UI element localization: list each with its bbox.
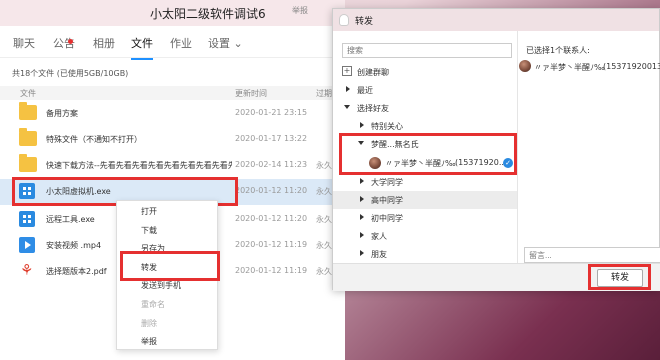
tree-item-label: 特别关心 [371, 122, 403, 131]
selected-contact-id: (15371920013 [603, 62, 660, 71]
chevron-right-icon [360, 232, 364, 238]
selected-count-label: 已选择1个联系人: [526, 46, 590, 55]
tree-item-friends[interactable]: 朋友 [333, 245, 517, 263]
tab-files[interactable]: 文件 [131, 35, 153, 60]
windows-app-icon [19, 211, 35, 227]
file-expire: 永久 [316, 187, 332, 196]
file-row[interactable]: 备用方案 2020-01-21 23:15 [0, 101, 345, 127]
chevron-right-icon [360, 196, 364, 202]
tree-item-label: 创建群聊 [357, 68, 389, 77]
tab-chat[interactable]: 聊天 [13, 35, 35, 51]
file-expire: 永久 [316, 267, 332, 276]
tab-bar: 聊天 公告 相册 文件 作业 设置 ⌄ [0, 26, 345, 60]
folder-icon [19, 128, 37, 146]
highlight-box-forward-button [588, 264, 651, 290]
column-expire[interactable]: 过期 [316, 88, 332, 99]
file-row[interactable]: 快速下载方法--先看先看先看先看先看先看先看先看先看先... 2020-02-1… [0, 153, 345, 179]
menu-item-delete: 删除 [141, 319, 157, 328]
menu-item-download[interactable]: 下载 [141, 225, 157, 236]
tree-item-label: 朋友 [371, 250, 387, 259]
chevron-down-icon [344, 105, 350, 109]
tree-item-middleschool[interactable]: 初中同学 [333, 209, 517, 227]
contact-search-input[interactable] [342, 43, 512, 58]
file-name: 快速下载方法--先看先看先看先看先看先看先看先看先看先... [46, 161, 232, 170]
dialog-footer: 转发 [333, 263, 660, 291]
storage-quota: 共18个文件 (已使用5GB/10GB) [12, 69, 129, 78]
dialog-title-bar: 转发 [333, 9, 659, 31]
pdf-icon [19, 261, 35, 279]
menu-item-report[interactable]: 举报 [141, 336, 157, 347]
selected-contact-name: 〃ァ半梦丶半醒ﾉ‰ [534, 63, 605, 72]
tree-item-label: 高中同学 [371, 196, 403, 205]
tree-item-recent[interactable]: 最近 [333, 81, 517, 99]
file-row[interactable]: 特殊文件（不通知不打开） 2020-01-17 13:22 [0, 127, 345, 153]
chevron-right-icon [360, 250, 364, 256]
chevron-right-icon [346, 86, 350, 92]
file-date: 2020-01-12 11:20 [235, 186, 308, 195]
tree-item-label: 初中同学 [371, 214, 403, 223]
tab-homework[interactable]: 作业 [170, 35, 192, 51]
tree-item-label: 最近 [357, 86, 373, 95]
tree-item-highschool[interactable]: 高中同学 [333, 191, 517, 209]
penguin-icon [339, 14, 349, 26]
video-icon [19, 237, 35, 253]
report-link[interactable]: 举报 [292, 5, 308, 16]
tree-item-label: 大学同学 [371, 178, 403, 187]
file-expire: 永久 [316, 161, 332, 170]
window-title: 小太阳二级软件调试6 [150, 7, 266, 21]
tree-item-choose-friends[interactable]: 选择好友 [333, 99, 517, 117]
menu-item-rename: 重命名 [141, 300, 165, 309]
chevron-right-icon [360, 178, 364, 184]
chevron-right-icon [360, 214, 364, 220]
file-name: 安装视频 .mp4 [46, 241, 102, 250]
menu-item-send-to-phone[interactable]: 发送到手机 [141, 280, 181, 291]
menu-item-open[interactable]: 打开 [141, 206, 157, 217]
column-file[interactable]: 文件 [20, 88, 36, 99]
context-menu: 打开 下载 另存为 转发 发送到手机 重命名 删除 举报 [116, 200, 220, 350]
tab-album[interactable]: 相册 [93, 35, 115, 51]
pane-divider [517, 31, 518, 263]
tree-item-label: 家人 [371, 232, 387, 241]
tree-item-create-group[interactable]: + 创建群聊 [333, 63, 517, 81]
highlight-box-forward [120, 251, 220, 281]
chevron-right-icon [360, 122, 364, 128]
file-date: 2020-01-12 11:19 [235, 266, 308, 275]
file-name: 备用方案 [46, 109, 78, 118]
file-date: 2020-01-21 23:15 [235, 108, 308, 117]
title-bar: 小太阳二级软件调试6 举报 [0, 0, 345, 26]
tab-settings[interactable]: 设置 ⌄ [208, 35, 243, 51]
file-name: 远程工具.exe [46, 215, 95, 224]
tree-item-university[interactable]: 大学同学 [333, 173, 517, 191]
message-input[interactable] [524, 247, 660, 263]
dialog-title: 转发 [355, 17, 374, 27]
file-name: 特殊文件（不通知不打开） [46, 135, 142, 144]
file-date: 2020-01-12 11:19 [235, 240, 308, 249]
folder-icon [19, 102, 37, 120]
file-date: 2020-01-12 11:20 [235, 214, 308, 223]
file-name: 选择题版本2.pdf [46, 267, 107, 276]
plus-icon: + [342, 66, 352, 76]
file-date: 2020-02-14 11:23 [235, 160, 308, 169]
avatar [519, 60, 531, 72]
notification-dot [68, 39, 73, 44]
file-expire: 永久 [316, 215, 332, 224]
tree-item-label: 选择好友 [357, 104, 389, 113]
folder-icon [19, 154, 37, 172]
highlight-box-contact [339, 133, 517, 175]
file-date: 2020-01-17 13:22 [235, 134, 308, 143]
column-updated[interactable]: 更新时间 [235, 88, 267, 99]
file-list-header: 文件 更新时间 过期 [0, 86, 345, 100]
tree-item-family[interactable]: 家人 [333, 227, 517, 245]
file-expire: 永久 [316, 241, 332, 250]
forward-dialog: 转发 + 创建群聊 最近 选择好友 特别关心 梦醒...無名氏 〃ァ半梦丶半醒ﾉ… [332, 8, 660, 291]
